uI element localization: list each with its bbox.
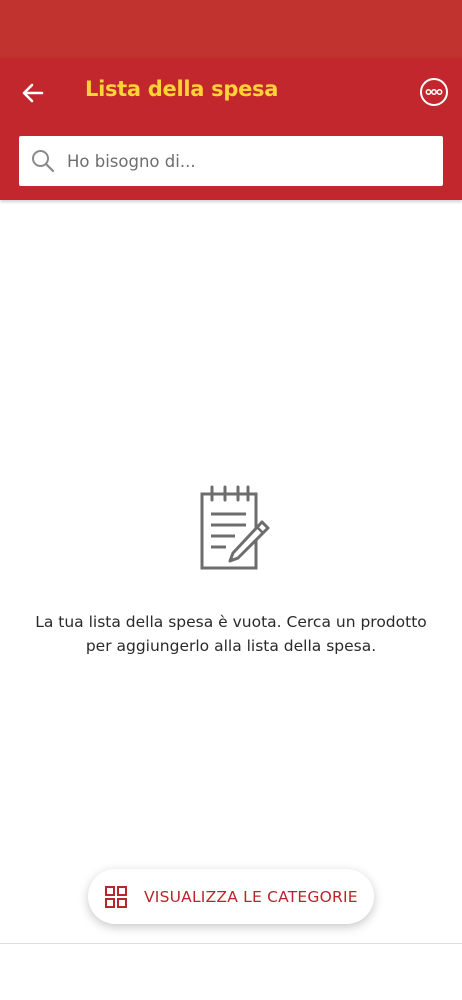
view-categories-button[interactable]: VISUALIZZA LE CATEGORIE bbox=[88, 869, 374, 924]
view-categories-label: VISUALIZZA LE CATEGORIE bbox=[144, 887, 358, 906]
search-icon bbox=[30, 148, 56, 174]
search-input[interactable] bbox=[67, 151, 427, 171]
app-bar: Lista della spesa bbox=[0, 58, 462, 200]
bottom-divider bbox=[0, 943, 462, 944]
empty-state: La tua lista della spesa è vuota. Cerca … bbox=[0, 484, 462, 658]
grid-icon bbox=[105, 885, 127, 908]
status-bar bbox=[0, 0, 462, 58]
arrow-left-icon bbox=[22, 83, 44, 103]
more-options-icon bbox=[419, 77, 448, 106]
notepad-pencil-icon bbox=[200, 485, 270, 570]
empty-state-message: La tua lista della spesa è vuota. Cerca … bbox=[35, 613, 427, 655]
page-title: Lista della spesa bbox=[85, 77, 279, 101]
back-button[interactable] bbox=[14, 74, 52, 112]
search-bar[interactable] bbox=[19, 136, 443, 186]
more-options-button[interactable] bbox=[417, 75, 450, 108]
